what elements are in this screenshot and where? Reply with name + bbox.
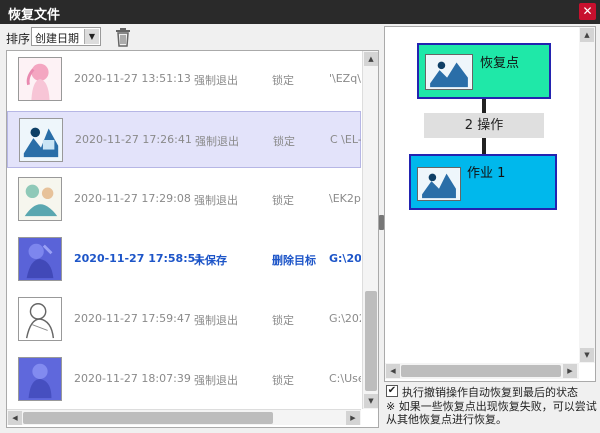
scroll-up-button[interactable]: ▲ xyxy=(364,52,378,66)
auto-restore-label: 执行撤销操作自动恢复到最后的状态 xyxy=(402,386,578,399)
scroll-thumb[interactable] xyxy=(23,412,273,424)
row-status: 强制退出 xyxy=(194,314,238,327)
row-date: 2020-11-27 17:29:08 xyxy=(74,192,191,205)
row-action: 锁定 xyxy=(272,374,294,387)
row-path: G:\202 xyxy=(329,252,361,265)
scroll-down-button[interactable]: ▼ xyxy=(364,394,378,408)
list-horizontal-scrollbar[interactable]: ◀ ▶ xyxy=(7,409,361,425)
list-row-2[interactable]: 2020-11-27 17:26:41 强制退出 锁定 C \EL- xyxy=(7,111,361,168)
tree-connector xyxy=(482,138,486,154)
history-tree-panel: 恢复点 2 操作 作业 1 ▲ ▼ ◀ ▶ xyxy=(384,26,596,382)
thumbnail-image xyxy=(18,357,62,401)
scroll-left-button[interactable]: ◀ xyxy=(8,411,22,425)
row-date: 2020-11-27 13:51:13 xyxy=(74,72,191,85)
list-row-6[interactable]: 2020-11-27 18:07:39 强制退出 锁定 C:\Use xyxy=(7,351,361,408)
operations-node[interactable]: 2 操作 xyxy=(424,113,544,138)
scroll-thumb[interactable] xyxy=(365,291,377,391)
list-vertical-scrollbar[interactable]: ▲ ▼ xyxy=(362,51,378,409)
row-status: 强制退出 xyxy=(194,194,238,207)
row-date: 2020-11-27 17:58:51 xyxy=(74,252,203,265)
thumbnail-image xyxy=(18,177,62,221)
scroll-down-button[interactable]: ▼ xyxy=(580,348,594,362)
dropdown-arrow-icon[interactable]: ▼ xyxy=(84,29,99,44)
row-status: 强制退出 xyxy=(195,135,239,148)
job-node[interactable]: 作业 1 xyxy=(409,154,557,210)
row-path: \EK2p' xyxy=(329,192,361,205)
thumbnail-image xyxy=(18,237,62,281)
row-action: 锁定 xyxy=(272,74,294,87)
restore-failure-note: ※ 如果一些恢复点出现恢复失败，可以尝试从其他恢复点进行恢复。 xyxy=(386,400,597,426)
window-title: 恢复文件 xyxy=(8,8,61,23)
scroll-up-button[interactable]: ▲ xyxy=(580,28,594,42)
scroll-thumb[interactable] xyxy=(401,365,561,377)
row-date: 2020-11-27 17:26:41 xyxy=(75,133,192,146)
row-path: C:\Use xyxy=(329,372,361,385)
close-icon[interactable]: ✕ xyxy=(579,3,596,20)
restore-point-label: 恢复点 xyxy=(480,56,520,71)
tree-connector xyxy=(482,99,486,113)
title-bar: 恢复文件 ✕ xyxy=(0,0,600,24)
thumbnail-image xyxy=(18,57,62,101)
restore-point-node[interactable]: 恢复点 xyxy=(417,43,551,99)
scroll-right-button[interactable]: ▶ xyxy=(563,364,577,378)
row-path: '\EZq\ xyxy=(329,72,361,85)
row-action: 锁定 xyxy=(272,314,294,327)
row-action: 删除目标 xyxy=(272,254,316,267)
checkbox-checked-icon[interactable]: ✔ xyxy=(386,385,398,397)
tree-horizontal-scrollbar[interactable]: ◀ ▶ xyxy=(385,363,579,379)
list-row-3[interactable]: 2020-11-27 17:29:08 强制退出 锁定 \EK2p' xyxy=(7,171,361,228)
row-status: 未保存 xyxy=(194,254,227,267)
toolbar: 排序 创建日期 ▼ xyxy=(0,24,380,50)
row-action: 锁定 xyxy=(273,135,295,148)
scroll-right-button[interactable]: ▶ xyxy=(346,411,360,425)
restore-list-panel: 2020-11-27 13:51:13 强制退出 锁定 '\EZq\ 2020-… xyxy=(6,50,379,428)
auto-restore-option[interactable]: ✔ 执行撤销操作自动恢复到最后的状态 xyxy=(386,383,598,399)
thumbnail-image xyxy=(19,118,63,162)
scroll-left-button[interactable]: ◀ xyxy=(386,364,400,378)
row-action: 锁定 xyxy=(272,194,294,207)
row-status: 强制退出 xyxy=(194,74,238,87)
trash-icon[interactable] xyxy=(114,27,132,47)
sort-dropdown[interactable]: 创建日期 ▼ xyxy=(31,27,101,46)
job-label: 作业 1 xyxy=(467,166,506,181)
sort-label: 排序 xyxy=(6,32,31,46)
thumbnail-image xyxy=(18,297,62,341)
list-row-1[interactable]: 2020-11-27 13:51:13 强制退出 锁定 '\EZq\ xyxy=(7,51,361,108)
row-path: C \EL- xyxy=(330,133,361,146)
list-row-5[interactable]: 2020-11-27 17:59:47 强制退出 锁定 G:\202 xyxy=(7,291,361,348)
thumbnail-image xyxy=(425,54,473,90)
row-status: 强制退出 xyxy=(194,374,238,387)
restore-list: 2020-11-27 13:51:13 强制退出 锁定 '\EZq\ 2020-… xyxy=(7,51,361,409)
row-date: 2020-11-27 18:07:39 xyxy=(74,372,191,385)
tree-vertical-scrollbar[interactable]: ▲ ▼ xyxy=(579,27,595,363)
sort-dropdown-value: 创建日期 xyxy=(35,32,79,45)
thumbnail-image xyxy=(417,167,461,201)
row-date: 2020-11-27 17:59:47 xyxy=(74,312,191,325)
list-row-4[interactable]: 2020-11-27 17:58:51 未保存 删除目标 G:\202 xyxy=(7,231,361,288)
row-path: G:\202 xyxy=(329,312,361,325)
